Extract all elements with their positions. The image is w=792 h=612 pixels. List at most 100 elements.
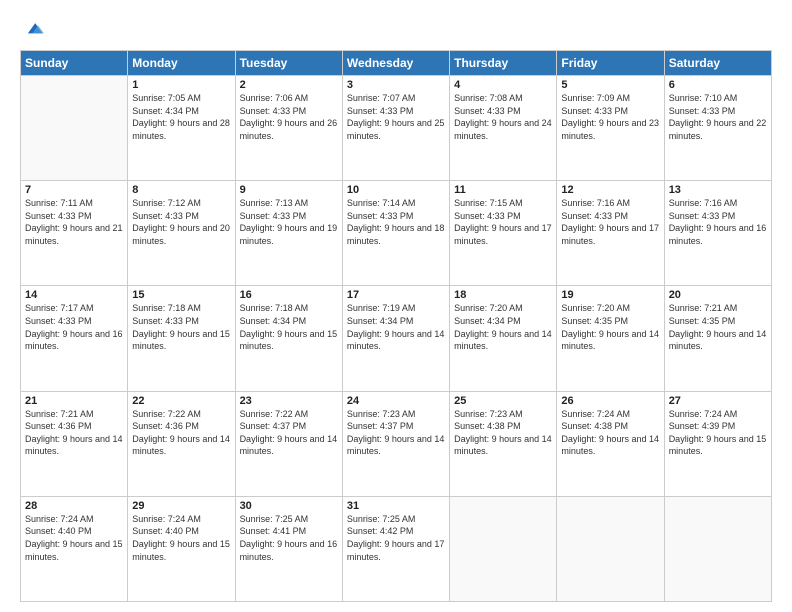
calendar-cell: 30Sunrise: 7:25 AMSunset: 4:41 PMDayligh… (235, 496, 342, 601)
calendar-cell: 29Sunrise: 7:24 AMSunset: 4:40 PMDayligh… (128, 496, 235, 601)
day-number: 11 (454, 184, 552, 196)
weekday-wednesday: Wednesday (342, 51, 449, 76)
day-info: Sunrise: 7:24 AMSunset: 4:40 PMDaylight:… (132, 513, 230, 563)
day-number: 7 (25, 184, 123, 196)
calendar-cell: 27Sunrise: 7:24 AMSunset: 4:39 PMDayligh… (664, 391, 771, 496)
logo (20, 18, 44, 40)
day-number: 24 (347, 395, 445, 407)
day-number: 17 (347, 289, 445, 301)
weekday-saturday: Saturday (664, 51, 771, 76)
day-info: Sunrise: 7:08 AMSunset: 4:33 PMDaylight:… (454, 92, 552, 142)
day-info: Sunrise: 7:21 AMSunset: 4:36 PMDaylight:… (25, 408, 123, 458)
day-info: Sunrise: 7:06 AMSunset: 4:33 PMDaylight:… (240, 92, 338, 142)
day-info: Sunrise: 7:16 AMSunset: 4:33 PMDaylight:… (669, 197, 767, 247)
calendar-cell: 2Sunrise: 7:06 AMSunset: 4:33 PMDaylight… (235, 76, 342, 181)
day-info: Sunrise: 7:13 AMSunset: 4:33 PMDaylight:… (240, 197, 338, 247)
calendar-cell: 6Sunrise: 7:10 AMSunset: 4:33 PMDaylight… (664, 76, 771, 181)
calendar-cell: 21Sunrise: 7:21 AMSunset: 4:36 PMDayligh… (21, 391, 128, 496)
day-number: 27 (669, 395, 767, 407)
day-number: 15 (132, 289, 230, 301)
day-info: Sunrise: 7:18 AMSunset: 4:34 PMDaylight:… (240, 302, 338, 352)
calendar-cell: 17Sunrise: 7:19 AMSunset: 4:34 PMDayligh… (342, 286, 449, 391)
calendar: SundayMondayTuesdayWednesdayThursdayFrid… (20, 50, 772, 602)
day-info: Sunrise: 7:20 AMSunset: 4:35 PMDaylight:… (561, 302, 659, 352)
day-number: 3 (347, 79, 445, 91)
day-info: Sunrise: 7:07 AMSunset: 4:33 PMDaylight:… (347, 92, 445, 142)
weekday-friday: Friday (557, 51, 664, 76)
day-number: 18 (454, 289, 552, 301)
logo-icon (22, 18, 44, 40)
calendar-cell: 14Sunrise: 7:17 AMSunset: 4:33 PMDayligh… (21, 286, 128, 391)
day-info: Sunrise: 7:16 AMSunset: 4:33 PMDaylight:… (561, 197, 659, 247)
calendar-cell: 11Sunrise: 7:15 AMSunset: 4:33 PMDayligh… (450, 181, 557, 286)
day-info: Sunrise: 7:21 AMSunset: 4:35 PMDaylight:… (669, 302, 767, 352)
calendar-cell: 28Sunrise: 7:24 AMSunset: 4:40 PMDayligh… (21, 496, 128, 601)
calendar-cell: 1Sunrise: 7:05 AMSunset: 4:34 PMDaylight… (128, 76, 235, 181)
day-number: 31 (347, 500, 445, 512)
calendar-cell (21, 76, 128, 181)
calendar-cell: 13Sunrise: 7:16 AMSunset: 4:33 PMDayligh… (664, 181, 771, 286)
calendar-cell: 4Sunrise: 7:08 AMSunset: 4:33 PMDaylight… (450, 76, 557, 181)
calendar-cell: 16Sunrise: 7:18 AMSunset: 4:34 PMDayligh… (235, 286, 342, 391)
calendar-cell (450, 496, 557, 601)
calendar-week-2: 7Sunrise: 7:11 AMSunset: 4:33 PMDaylight… (21, 181, 772, 286)
day-number: 1 (132, 79, 230, 91)
day-number: 2 (240, 79, 338, 91)
day-info: Sunrise: 7:05 AMSunset: 4:34 PMDaylight:… (132, 92, 230, 142)
calendar-cell: 15Sunrise: 7:18 AMSunset: 4:33 PMDayligh… (128, 286, 235, 391)
day-number: 8 (132, 184, 230, 196)
calendar-cell: 8Sunrise: 7:12 AMSunset: 4:33 PMDaylight… (128, 181, 235, 286)
calendar-cell: 18Sunrise: 7:20 AMSunset: 4:34 PMDayligh… (450, 286, 557, 391)
day-number: 25 (454, 395, 552, 407)
day-info: Sunrise: 7:24 AMSunset: 4:38 PMDaylight:… (561, 408, 659, 458)
calendar-cell: 22Sunrise: 7:22 AMSunset: 4:36 PMDayligh… (128, 391, 235, 496)
day-info: Sunrise: 7:25 AMSunset: 4:42 PMDaylight:… (347, 513, 445, 563)
day-info: Sunrise: 7:24 AMSunset: 4:40 PMDaylight:… (25, 513, 123, 563)
day-info: Sunrise: 7:15 AMSunset: 4:33 PMDaylight:… (454, 197, 552, 247)
calendar-cell: 9Sunrise: 7:13 AMSunset: 4:33 PMDaylight… (235, 181, 342, 286)
calendar-cell: 24Sunrise: 7:23 AMSunset: 4:37 PMDayligh… (342, 391, 449, 496)
weekday-sunday: Sunday (21, 51, 128, 76)
calendar-week-4: 21Sunrise: 7:21 AMSunset: 4:36 PMDayligh… (21, 391, 772, 496)
day-number: 13 (669, 184, 767, 196)
day-number: 23 (240, 395, 338, 407)
calendar-cell: 26Sunrise: 7:24 AMSunset: 4:38 PMDayligh… (557, 391, 664, 496)
calendar-cell: 3Sunrise: 7:07 AMSunset: 4:33 PMDaylight… (342, 76, 449, 181)
weekday-tuesday: Tuesday (235, 51, 342, 76)
calendar-week-5: 28Sunrise: 7:24 AMSunset: 4:40 PMDayligh… (21, 496, 772, 601)
calendar-cell: 25Sunrise: 7:23 AMSunset: 4:38 PMDayligh… (450, 391, 557, 496)
weekday-header-row: SundayMondayTuesdayWednesdayThursdayFrid… (21, 51, 772, 76)
day-number: 4 (454, 79, 552, 91)
calendar-cell: 31Sunrise: 7:25 AMSunset: 4:42 PMDayligh… (342, 496, 449, 601)
weekday-thursday: Thursday (450, 51, 557, 76)
day-number: 5 (561, 79, 659, 91)
calendar-cell (557, 496, 664, 601)
day-info: Sunrise: 7:22 AMSunset: 4:37 PMDaylight:… (240, 408, 338, 458)
day-number: 16 (240, 289, 338, 301)
day-number: 19 (561, 289, 659, 301)
day-info: Sunrise: 7:24 AMSunset: 4:39 PMDaylight:… (669, 408, 767, 458)
day-info: Sunrise: 7:23 AMSunset: 4:37 PMDaylight:… (347, 408, 445, 458)
day-info: Sunrise: 7:17 AMSunset: 4:33 PMDaylight:… (25, 302, 123, 352)
calendar-cell: 10Sunrise: 7:14 AMSunset: 4:33 PMDayligh… (342, 181, 449, 286)
calendar-cell: 23Sunrise: 7:22 AMSunset: 4:37 PMDayligh… (235, 391, 342, 496)
day-number: 9 (240, 184, 338, 196)
calendar-week-1: 1Sunrise: 7:05 AMSunset: 4:34 PMDaylight… (21, 76, 772, 181)
day-number: 29 (132, 500, 230, 512)
weekday-monday: Monday (128, 51, 235, 76)
day-info: Sunrise: 7:12 AMSunset: 4:33 PMDaylight:… (132, 197, 230, 247)
day-number: 20 (669, 289, 767, 301)
day-info: Sunrise: 7:25 AMSunset: 4:41 PMDaylight:… (240, 513, 338, 563)
day-info: Sunrise: 7:10 AMSunset: 4:33 PMDaylight:… (669, 92, 767, 142)
day-number: 26 (561, 395, 659, 407)
day-info: Sunrise: 7:18 AMSunset: 4:33 PMDaylight:… (132, 302, 230, 352)
day-info: Sunrise: 7:11 AMSunset: 4:33 PMDaylight:… (25, 197, 123, 247)
day-number: 21 (25, 395, 123, 407)
calendar-cell: 19Sunrise: 7:20 AMSunset: 4:35 PMDayligh… (557, 286, 664, 391)
header (20, 18, 772, 40)
day-info: Sunrise: 7:09 AMSunset: 4:33 PMDaylight:… (561, 92, 659, 142)
day-info: Sunrise: 7:22 AMSunset: 4:36 PMDaylight:… (132, 408, 230, 458)
day-number: 10 (347, 184, 445, 196)
calendar-week-3: 14Sunrise: 7:17 AMSunset: 4:33 PMDayligh… (21, 286, 772, 391)
day-number: 14 (25, 289, 123, 301)
